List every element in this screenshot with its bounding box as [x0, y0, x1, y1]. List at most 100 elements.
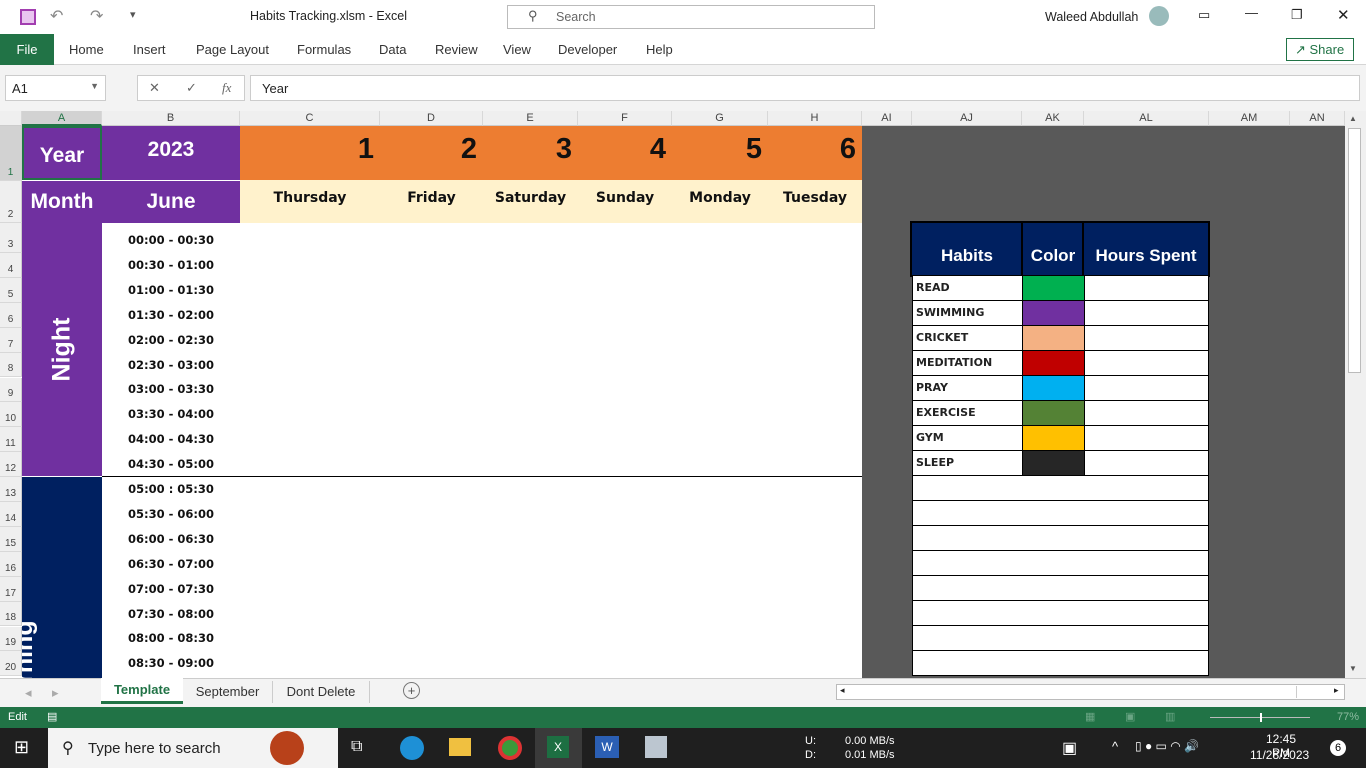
sheet-tab-template[interactable]: Template [101, 678, 183, 704]
name-box[interactable]: A1 ▼ [5, 75, 106, 101]
habit-hours[interactable] [1085, 276, 1208, 300]
row-header[interactable]: 10 [0, 402, 22, 428]
time-slot[interactable]: 05:00 : 05:30 [102, 477, 240, 502]
windows-start-icon[interactable]: ⊞ [14, 737, 29, 758]
habit-row-empty[interactable] [912, 501, 1209, 526]
tab-view[interactable]: View [503, 34, 531, 65]
time-slot[interactable]: 03:30 - 04:00 [102, 402, 240, 427]
column-header[interactable]: C [240, 111, 380, 126]
habit-hours[interactable] [1085, 301, 1208, 325]
notification-badge[interactable]: 6 [1330, 740, 1346, 756]
year-label-cell[interactable]: Year [22, 126, 102, 180]
row-header[interactable]: 5 [0, 277, 22, 303]
tab-developer[interactable]: Developer [558, 34, 617, 65]
habit-row-empty[interactable] [912, 601, 1209, 626]
day-number[interactable]: 6 [768, 126, 856, 180]
scroll-up-icon[interactable]: ▲ [1349, 114, 1357, 123]
habit-row[interactable]: EXERCISE [912, 401, 1209, 426]
tab-formulas[interactable]: Formulas [297, 34, 351, 65]
tab-page-layout[interactable]: Page Layout [196, 34, 269, 65]
day-number[interactable]: 5 [672, 126, 762, 180]
day-name[interactable]: Sunday [578, 190, 672, 206]
column-header[interactable]: B [102, 111, 240, 126]
insert-function-icon[interactable]: fx [222, 80, 231, 96]
habit-row[interactable]: GYM [912, 426, 1209, 451]
year-value-cell[interactable]: 2023 [102, 126, 240, 180]
column-header[interactable]: G [672, 111, 768, 126]
habit-row[interactable]: CRICKET [912, 326, 1209, 351]
habit-hours[interactable] [1085, 401, 1208, 425]
close-icon[interactable]: ✕ [1337, 6, 1350, 24]
file-explorer-icon[interactable] [449, 738, 471, 756]
h-scroll-thumb[interactable] [852, 686, 1297, 698]
habit-row-empty[interactable] [912, 476, 1209, 501]
day-number[interactable]: 2 [380, 126, 477, 180]
column-header[interactable]: AM [1209, 111, 1290, 126]
morning-block[interactable]: Morning [22, 477, 102, 678]
habit-hours[interactable] [1085, 351, 1208, 375]
tab-data[interactable]: Data [379, 34, 406, 65]
macro-icon[interactable]: ▤ [47, 710, 57, 723]
customize-toolbar-icon[interactable]: ▾ [130, 8, 136, 21]
tab-review[interactable]: Review [435, 34, 478, 65]
column-header[interactable]: AN [1290, 111, 1345, 126]
tab-insert[interactable]: Insert [133, 34, 166, 65]
column-header[interactable]: A [22, 111, 102, 126]
edge-icon[interactable] [400, 736, 424, 760]
habit-hours[interactable] [1085, 426, 1208, 450]
row-header[interactable]: 16 [0, 551, 22, 577]
night-block[interactable]: Night [22, 223, 102, 476]
monitor-app-icon[interactable] [645, 736, 667, 758]
cancel-icon[interactable]: ✕ [149, 80, 160, 96]
day-name[interactable]: Tuesday [768, 190, 862, 206]
column-header[interactable]: E [483, 111, 578, 126]
enter-icon[interactable]: ✓ [186, 80, 197, 96]
row-header[interactable]: 15 [0, 526, 22, 552]
day-name[interactable]: Saturday [483, 190, 578, 206]
column-header[interactable]: AJ [912, 111, 1022, 126]
time-slot[interactable]: 01:30 - 02:00 [102, 303, 240, 328]
day-name[interactable]: Friday [380, 190, 483, 206]
user-name[interactable]: Waleed Abdullah [1045, 10, 1138, 24]
normal-view-icon[interactable]: ▦ [1085, 710, 1095, 723]
zoom-level[interactable]: 77% [1337, 711, 1359, 723]
time-slot[interactable]: 02:30 - 03:00 [102, 353, 240, 378]
avatar[interactable] [1149, 6, 1169, 26]
row-header[interactable]: 19 [0, 626, 22, 652]
time-slot[interactable]: 06:00 - 06:30 [102, 527, 240, 552]
news-icon[interactable]: ▣ [1062, 738, 1077, 758]
row-header[interactable]: 9 [0, 377, 22, 403]
habit-row-empty[interactable] [912, 551, 1209, 576]
day-number[interactable]: 1 [240, 126, 374, 180]
column-header[interactable]: AL [1084, 111, 1209, 126]
time-slot[interactable]: 05:30 - 06:00 [102, 502, 240, 527]
row-header[interactable]: 17 [0, 576, 22, 602]
column-header[interactable]: H [768, 111, 862, 126]
habit-row-empty[interactable] [912, 576, 1209, 601]
time-slot[interactable]: 00:00 - 00:30 [102, 228, 240, 253]
time-slot[interactable]: 00:30 - 01:00 [102, 253, 240, 278]
habit-row-empty[interactable] [912, 526, 1209, 551]
zoom-slider[interactable] [1210, 713, 1310, 722]
select-all[interactable] [0, 111, 22, 126]
tab-home[interactable]: Home [69, 34, 104, 65]
habit-hours[interactable] [1085, 376, 1208, 400]
search-box[interactable]: ⚲ Search [507, 5, 875, 29]
row-header[interactable]: 4 [0, 253, 22, 278]
habit-hours[interactable] [1085, 451, 1208, 475]
chrome-icon[interactable] [498, 736, 522, 760]
restore-icon[interactable]: ❐ [1291, 7, 1303, 23]
prev-sheet-icon[interactable]: ◂ [25, 685, 32, 701]
show-hidden-icons[interactable]: ^ [1112, 739, 1118, 754]
day-number[interactable]: 3 [483, 126, 572, 180]
word-icon[interactable]: W [595, 736, 619, 758]
row-header[interactable]: 12 [0, 452, 22, 478]
column-header[interactable]: D [380, 111, 483, 126]
tab-help[interactable]: Help [646, 34, 673, 65]
habit-row[interactable]: PRAY [912, 376, 1209, 401]
excel-taskbar-button[interactable]: X [535, 728, 582, 768]
column-header[interactable]: F [578, 111, 672, 126]
habit-row[interactable]: MEDITATION [912, 351, 1209, 376]
row-header[interactable]: 18 [0, 601, 22, 627]
row-header[interactable]: 11 [0, 427, 22, 453]
